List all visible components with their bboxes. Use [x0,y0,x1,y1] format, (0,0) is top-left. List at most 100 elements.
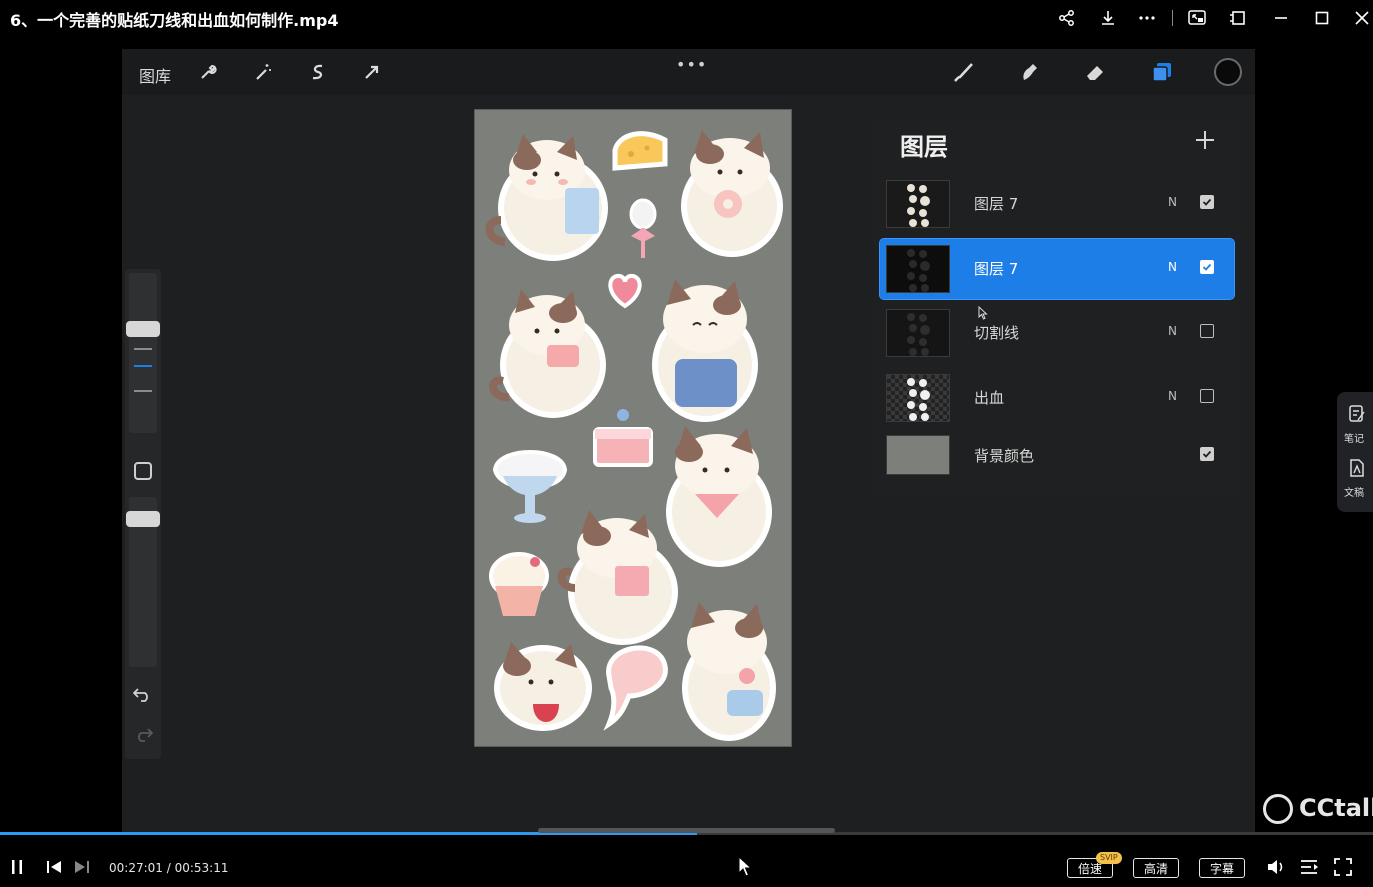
layer-row-selected[interactable]: 图层 7 N [879,238,1235,300]
document-icon[interactable] [1348,458,1366,482]
ghost-sticker [603,645,668,731]
blend-mode-button[interactable]: N [1168,389,1177,403]
pin-window-icon[interactable] [1226,6,1250,30]
blend-mode-button[interactable]: N [1168,195,1177,209]
transform-icon[interactable] [359,59,385,85]
cat-sticker [494,642,592,731]
cat-sticker [666,426,772,567]
layer-row[interactable]: 切割线 N [880,303,1234,363]
layers-icon[interactable] [1149,59,1175,85]
cat-sticker [557,510,678,645]
wrench-icon[interactable] [195,59,221,85]
pip-icon[interactable] [1185,6,1209,30]
cat-sticker [485,134,608,261]
fullscreen-icon[interactable] [1331,856,1355,878]
size-tick [134,390,152,392]
blend-mode-button[interactable]: N [1168,260,1177,274]
previous-icon[interactable] [44,856,64,878]
mouse-cursor-icon [738,855,753,882]
selection-icon[interactable] [305,59,331,85]
cupcake-sticker [489,552,549,616]
redo-icon[interactable] [133,725,154,747]
layers-title: 图层 [900,133,948,161]
volume-icon[interactable] [1265,856,1289,878]
brush-size-sidebar [125,269,161,759]
sticker-artwork [485,130,783,741]
layer-row[interactable]: 出血 N [880,368,1234,428]
time-display: 00:27:01 / 00:53:11 [109,861,229,875]
layers-panel: 图层 图层 7 N 图层 7 N 切割线 N 出血 N 背景颜色 [874,119,1242,494]
cat-sticker [681,130,783,257]
subtitle-button[interactable]: 字幕 [1199,858,1245,878]
modify-button[interactable] [134,462,152,480]
layer-name: 切割线 [974,324,1020,342]
layer-thumbnail [886,435,950,475]
notes-icon[interactable] [1348,404,1366,428]
opacity-thumb[interactable] [126,511,160,527]
layer-visibility-checkbox[interactable] [1200,324,1214,338]
watermark-text: CCtalk [1299,794,1373,822]
layer-visibility-checkbox[interactable] [1200,389,1214,403]
pause-icon[interactable] [8,856,26,878]
title-bar: 6、一个完善的贴纸刀线和出血如何制作.mp4 [0,0,1373,36]
layer-name: 背景颜色 [974,447,1035,465]
player-controls: 00:27:01 / 00:53:11 倍速 SVIP 高清 字幕 [0,846,1373,887]
layer-visibility-checkbox[interactable] [1200,195,1214,209]
next-icon[interactable] [72,856,92,878]
playlist-icon[interactable] [1298,856,1322,878]
brush-icon[interactable] [951,59,977,85]
gallery-button[interactable]: 图库 [139,63,171,87]
title-separator [1172,10,1173,26]
drawing-canvas[interactable] [474,109,792,747]
document-label[interactable]: 文稿 [1344,484,1364,499]
svip-badge: SVIP [1096,852,1122,864]
layer-thumbnail [886,374,950,422]
heart-sticker [608,273,642,309]
layer-visibility-checkbox[interactable] [1200,447,1214,461]
cake-sticker [593,409,653,467]
side-tools-panel: 笔记 文稿 [1337,392,1373,512]
lollipop-sticker [629,198,657,258]
cheese-sticker [612,131,668,171]
color-picker[interactable] [1214,58,1242,86]
share-icon[interactable] [1055,6,1079,30]
minimize-icon[interactable] [1269,6,1293,30]
window-title: 6、一个完善的贴纸刀线和出血如何制作.mp4 [10,11,339,30]
cat-sticker [682,602,776,741]
close-icon[interactable] [1350,6,1373,30]
cat-sticker [652,279,758,422]
brush-size-slider[interactable] [129,273,157,433]
app-menu-handle[interactable]: ••• [676,55,707,74]
layer-row-background[interactable]: 背景颜色 [880,433,1234,477]
size-tick-active [134,365,152,367]
eraser-icon[interactable] [1083,59,1109,85]
layer-thumbnail [886,245,950,293]
cat-sticker [489,289,606,418]
cctalk-logo-icon [1263,794,1293,824]
layer-name: 图层 7 [974,195,1019,213]
layer-row[interactable]: 图层 7 N [880,174,1234,234]
smudge-icon[interactable] [1017,59,1043,85]
layer-name: 出血 [974,389,1005,407]
undo-icon[interactable] [132,685,153,707]
blend-mode-button[interactable]: N [1168,324,1177,338]
layer-thumbnail [886,180,950,228]
quality-button[interactable]: 高清 [1133,858,1179,878]
maximize-icon[interactable] [1310,6,1334,30]
app-toolbar: 图库 ••• [122,49,1255,95]
layer-name: 图层 7 [974,260,1019,278]
notes-label[interactable]: 笔记 [1344,430,1364,445]
video-frame[interactable]: 图库 ••• 图层 图层 7 N 图层 7 N 切割线 N 出血 N 背景颜色 [122,49,1255,834]
add-layer-icon[interactable] [1192,127,1218,153]
more-icon[interactable] [1135,6,1159,30]
watermark: CCtalk [1263,794,1373,824]
sundae-sticker [492,450,568,523]
magic-wand-icon[interactable] [250,59,276,85]
layer-thumbnail [886,309,950,357]
layer-visibility-checkbox[interactable] [1200,260,1214,274]
video-scroll-indicator [538,828,835,833]
size-tick [134,348,152,350]
cursor-icon [978,305,988,324]
download-icon[interactable] [1096,6,1120,30]
brush-size-thumb[interactable] [126,321,160,337]
